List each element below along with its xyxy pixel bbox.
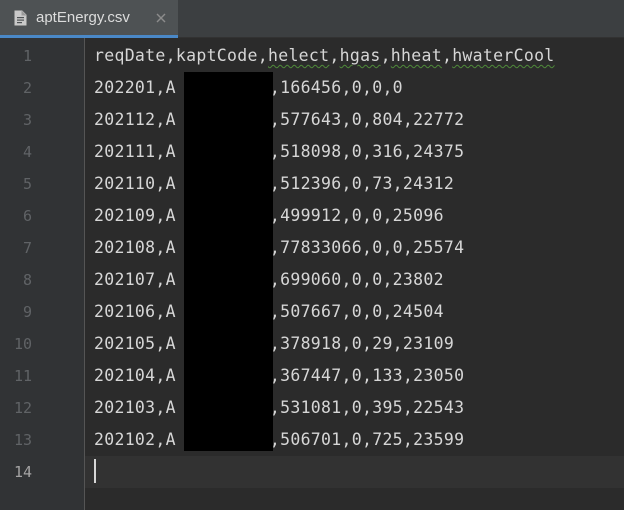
header-hwatercool: hwaterCool [452,46,555,65]
redaction-block [184,72,273,451]
row-prefix: 202201,A [94,78,176,97]
csv-header-line: reqDate,kaptCode,helect,hgas,hheat,hwate… [94,46,555,65]
line-number: 7 [22,239,32,257]
header-hgas: hgas [339,46,381,65]
header-reqdate: reqDate [94,46,166,65]
row-prefix: 202111,A [94,142,176,161]
line-number: 4 [22,143,32,161]
header-kaptcode: kaptCode [175,46,258,65]
line-number: 5 [22,175,32,193]
header-helect: helect [267,46,330,65]
line-number: 8 [22,271,32,289]
row-suffix: ,577643,0,804,22772 [269,110,465,129]
row-suffix: ,507667,0,0,24504 [269,302,444,321]
tab-title: aptEnergy.csv [36,9,130,26]
tab-bar: aptEnergy.csv [0,0,624,38]
empty-line-14[interactable] [85,456,624,488]
line-number: 1 [22,47,32,65]
row-prefix: 202106,A [94,302,176,321]
row-prefix: 202108,A [94,238,176,257]
row-suffix: ,367447,0,133,23050 [269,366,465,385]
csv-row: 202112,A ,577643,0,804,22772 [94,104,464,136]
row-suffix: ,512396,0,73,24312 [269,174,455,193]
row-suffix: ,77833066,0,0,25574 [269,238,465,257]
file-icon [14,10,27,26]
row-suffix: ,378918,0,29,23109 [269,334,455,353]
line-number: 10 [13,335,32,353]
line-number: 6 [22,207,32,225]
row-prefix: 202102,A [94,430,176,449]
row-suffix: ,166456,0,0,0 [269,78,403,97]
row-prefix: 202109,A [94,206,176,225]
row-prefix: 202110,A [94,174,176,193]
row-prefix: 202112,A [94,110,176,129]
row-prefix: 202103,A [94,398,176,417]
line-number: 13 [13,431,32,449]
line-number: 9 [22,303,32,321]
row-suffix: ,531081,0,395,22543 [269,398,465,417]
text-caret [94,459,96,483]
row-suffix: ,518098,0,316,24375 [269,142,465,161]
code-editor[interactable]: 1 2 3 4 5 6 7 8 9 10 11 12 13 14 reqDate… [0,38,624,510]
csv-row: 202105,A ,378918,0,29,23109 [94,328,454,360]
csv-row: 202110,A ,512396,0,73,24312 [94,168,454,200]
csv-row: 202102,A ,506701,0,725,23599 [94,424,464,456]
csv-row: 202104,A ,367447,0,133,23050 [94,360,464,392]
row-suffix: ,506701,0,725,23599 [269,430,465,449]
row-prefix: 202104,A [94,366,176,385]
row-suffix: ,499912,0,0,25096 [269,206,444,225]
tab-aptenergy-csv[interactable]: aptEnergy.csv [0,0,178,38]
row-prefix: 202105,A [94,334,176,353]
csv-row: 202103,A ,531081,0,395,22543 [94,392,464,424]
row-prefix: 202107,A [94,270,176,289]
line-number-active: 14 [13,463,32,481]
close-icon[interactable] [154,10,168,24]
line-number: 3 [22,111,32,129]
line-number: 11 [13,367,32,385]
header-hheat: hheat [390,46,442,65]
csv-row: 202111,A ,518098,0,316,24375 [94,136,464,168]
row-suffix: ,699060,0,0,23802 [269,270,444,289]
line-number: 2 [22,79,32,97]
line-number: 12 [13,399,32,417]
line-number-gutter: 1 2 3 4 5 6 7 8 9 10 11 12 13 14 [0,38,85,510]
csv-row: 202108,A ,77833066,0,0,25574 [94,232,464,264]
editor-window: aptEnergy.csv 1 2 3 4 5 6 7 8 9 10 11 12… [0,0,624,510]
